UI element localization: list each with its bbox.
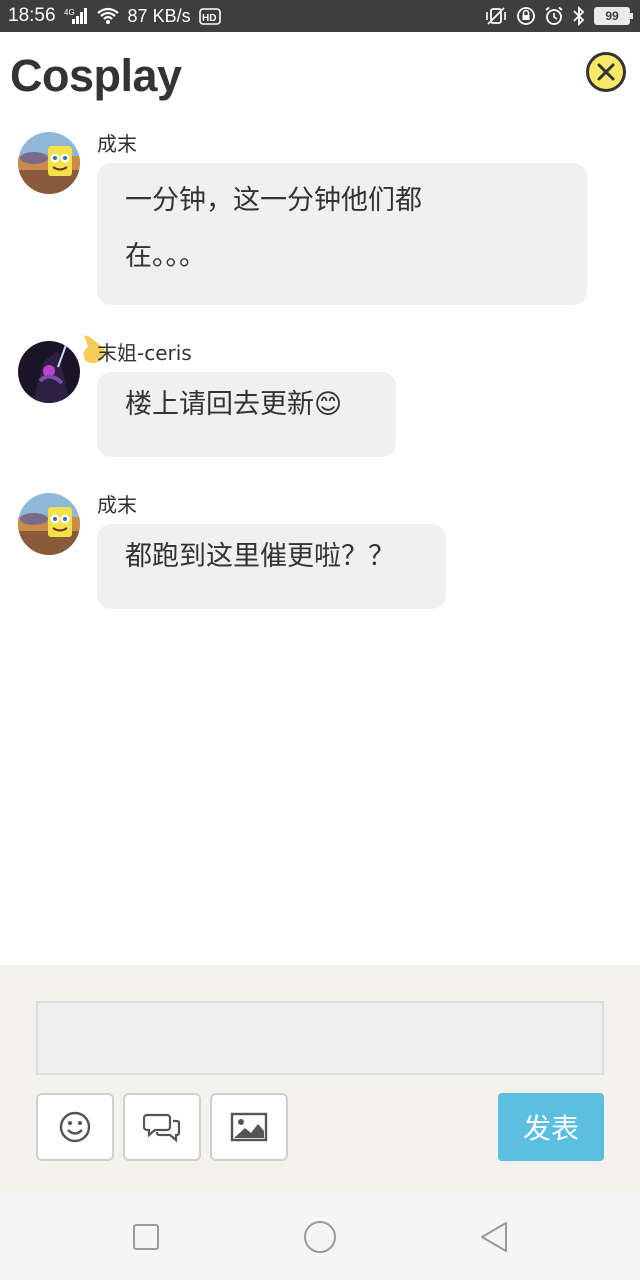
message-text-line: 都跑到这里催更啦？？ [125,541,395,572]
wifi-icon [96,7,120,25]
bluetooth-icon [572,6,586,26]
home-button[interactable] [302,1219,338,1255]
emoji-button[interactable] [36,1093,114,1161]
composer: 发表 [0,965,640,1193]
image-icon [230,1112,268,1142]
avatar[interactable] [18,132,80,194]
signal-icon: 4G [64,7,88,25]
avatar[interactable] [18,341,80,403]
comment-input[interactable] [36,1001,604,1075]
page-title: Cosplay [10,50,182,101]
back-icon [481,1222,507,1252]
page-header: Cosplay [0,32,640,122]
recent-apps-button[interactable] [128,1219,164,1255]
alarm-icon [544,6,564,26]
emoji-icon [59,1111,91,1143]
message-bubble: 都跑到这里催更啦？？ [97,524,446,609]
back-button[interactable] [476,1219,512,1255]
message-item: 末姐-ceris 楼上请回去更新😊 [0,335,640,461]
message-author: 成末 [97,493,137,517]
message-text-line: 楼上请回去更新😊 [125,389,343,420]
chat-bubbles-icon [143,1113,181,1143]
status-time: 18:56 [8,5,56,26]
hd-icon: HD [198,6,221,26]
home-icon [304,1221,336,1253]
message-item: 成末 都跑到这里催更啦？？ [0,489,640,613]
recent-apps-icon [133,1224,159,1250]
close-button[interactable] [586,52,626,92]
network-speed: 87 KB/s [127,5,191,26]
navigation-bar [0,1193,640,1280]
message-author: 末姐-ceris [97,341,192,365]
lock-rotation-icon [516,6,536,26]
avatar[interactable] [18,493,80,555]
message-bubble: 一分钟，这一分钟他们都 在。。。 [97,163,587,305]
status-bar: 18:56 4G 87 KB/s HD 99 [0,0,640,32]
svg-text:HD: HD [202,13,216,24]
status-left: 18:56 4G 87 KB/s HD [8,5,221,27]
message-item: 成末 一分钟，这一分钟他们都 在。。。 [0,128,640,308]
battery-indicator: 99 [594,7,633,25]
image-button[interactable] [210,1093,288,1161]
battery-level: 99 [605,9,619,23]
message-text-line: 在。。。 [125,241,206,272]
status-right: 99 [484,6,633,26]
quote-button[interactable] [123,1093,201,1161]
message-bubble: 楼上请回去更新😊 [97,372,396,457]
message-text-line: 一分钟，这一分钟他们都 [125,185,422,216]
vibrate-mute-icon [484,6,508,26]
send-button[interactable]: 发表 [498,1093,604,1161]
close-icon [597,63,615,81]
svg-text:4G: 4G [64,8,75,17]
message-author: 成末 [97,132,137,156]
